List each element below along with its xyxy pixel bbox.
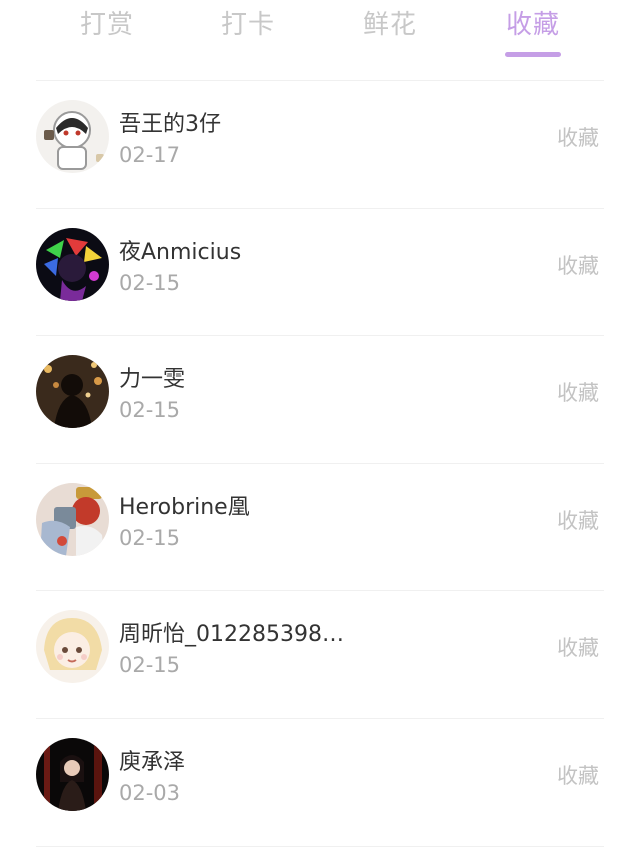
avatar[interactable] [36,610,109,683]
list-item[interactable]: Herobrine凰 02-15 收藏 [0,465,640,593]
favorite-label: 收藏 [557,764,599,788]
list-item[interactable]: 周昕怡_012285398… 02-15 收藏 [0,592,640,720]
user-name: 周昕怡_012285398… [119,622,344,647]
avatar[interactable] [36,738,109,811]
avatar[interactable] [36,483,109,556]
divider [36,335,604,336]
avatar[interactable] [36,228,109,301]
item-date: 02-15 [119,398,181,422]
user-name: 吾王的3仔 [119,112,221,137]
item-date: 02-15 [119,653,181,677]
user-name: 力一雯 [119,367,186,392]
tab-favorites[interactable]: 收藏 [506,4,560,41]
divider [36,590,604,591]
list-item[interactable]: 庾承泽 02-03 收藏 [0,720,640,848]
tab-bar: 打赏 打卡 鲜花 收藏 [0,0,640,80]
favorite-label: 收藏 [557,509,599,533]
favorite-label: 收藏 [557,636,599,660]
divider [36,463,604,464]
favorite-label: 收藏 [557,126,599,150]
user-name: Herobrine凰 [119,495,250,520]
tab-flowers[interactable]: 鲜花 [363,4,417,41]
active-tab-indicator [505,52,561,57]
tab-checkin[interactable]: 打卡 [221,4,275,41]
divider [36,718,604,719]
item-date: 02-15 [119,271,181,295]
divider [36,80,604,81]
favorite-label: 收藏 [557,381,599,405]
favorite-label: 收藏 [557,254,599,278]
item-date: 02-03 [119,781,181,805]
avatar[interactable] [36,355,109,428]
avatar[interactable] [36,100,109,173]
list-item[interactable]: 夜Anmicius 02-15 收藏 [0,210,640,338]
list-item[interactable]: 力一雯 02-15 收藏 [0,337,640,465]
divider [36,846,604,847]
divider [36,208,604,209]
user-name: 夜Anmicius [119,240,242,265]
list-item[interactable]: 吾王的3仔 02-17 收藏 [0,82,640,210]
user-name: 庾承泽 [119,750,186,775]
item-date: 02-17 [119,143,181,167]
item-date: 02-15 [119,526,181,550]
tab-reward[interactable]: 打赏 [80,4,134,41]
